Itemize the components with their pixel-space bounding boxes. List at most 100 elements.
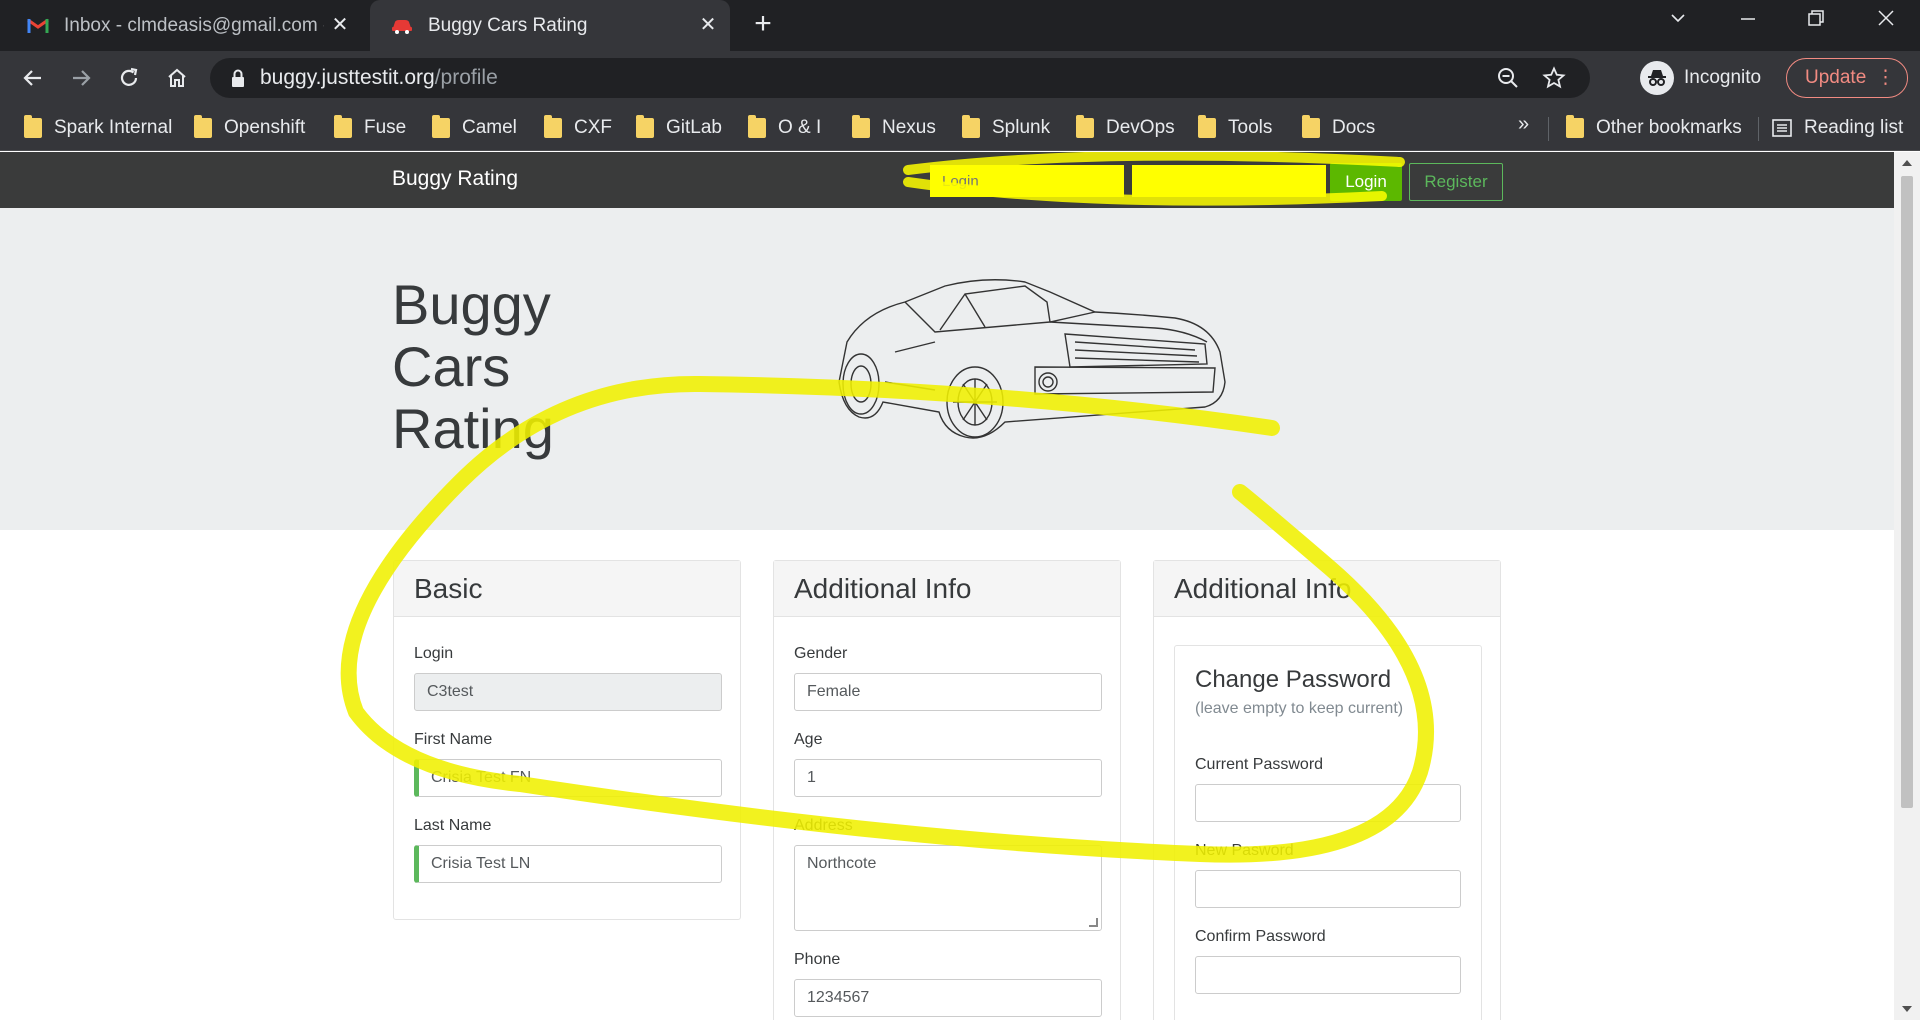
login-field: C3test <box>414 673 722 711</box>
folder-icon <box>1076 115 1094 138</box>
gender-label: Gender <box>794 645 848 662</box>
folder-icon <box>962 115 980 138</box>
hero-banner: Buggy Cars Rating <box>0 208 1894 530</box>
forward-icon[interactable] <box>62 59 100 97</box>
change-password-panel: Change Password (leave empty to keep cur… <box>1174 645 1482 1020</box>
close-window-icon[interactable] <box>1866 8 1906 44</box>
tab-buggy-cars[interactable]: Buggy Cars Rating ✕ <box>370 0 730 51</box>
phone-field[interactable]: 1234567 <box>794 979 1102 1017</box>
url-text: buggy.justtestit.org/profile <box>260 66 498 89</box>
restore-icon[interactable] <box>1796 8 1836 44</box>
page-viewport: Buggy Rating Login Register Buggy Cars R… <box>0 152 1894 1020</box>
gender-field[interactable]: Female <box>794 673 1102 711</box>
bookmark-tools[interactable]: Tools <box>1198 105 1272 151</box>
first-name-field[interactable]: Crisia Test FN <box>414 759 722 797</box>
more-bookmarks-chevron-icon[interactable]: » <box>1518 113 1529 136</box>
scroll-thumb[interactable] <box>1901 176 1913 808</box>
confirm-password-label: Confirm Password <box>1195 928 1326 945</box>
folder-icon <box>1198 115 1216 138</box>
current-password-label: Current Password <box>1195 756 1324 773</box>
close-tab-icon[interactable]: ✕ <box>328 13 352 37</box>
bookmark-spark-internal[interactable]: Spark Internal <box>24 105 172 151</box>
confirm-password-field[interactable] <box>1195 956 1461 994</box>
minimize-icon[interactable] <box>1728 8 1768 44</box>
gmail-icon <box>26 16 50 36</box>
new-password-label: New Pasword <box>1195 842 1294 859</box>
additional-info-card: Additional Info Gender Female Age 1 Addr… <box>773 560 1121 1020</box>
bookmark-devops[interactable]: DevOps <box>1076 105 1175 151</box>
hero-title: Buggy Cars Rating <box>392 273 554 460</box>
car-favicon-icon <box>390 16 414 36</box>
phone-label: Phone <box>794 951 841 968</box>
change-password-card: Additional Info Change Password (leave e… <box>1153 560 1501 1020</box>
age-field[interactable]: 1 <box>794 759 1102 797</box>
scroll-down-arrow-icon[interactable] <box>1902 1006 1912 1012</box>
new-tab-icon[interactable]: + <box>748 9 778 40</box>
bookmark-splunk[interactable]: Splunk <box>962 105 1050 151</box>
last-name-field[interactable]: Crisia Test LN <box>414 845 722 883</box>
tab-search-chevron-icon[interactable] <box>1658 8 1698 44</box>
last-name-label: Last Name <box>414 817 492 834</box>
tab-gmail[interactable]: Inbox - clmdeasis@gmail.com - Gmail ✕ <box>26 0 362 51</box>
bookmark-o-and-i[interactable]: O & I <box>748 105 821 151</box>
browser-tab-strip: Inbox - clmdeasis@gmail.com - Gmail ✕ Bu… <box>0 0 1920 51</box>
bookmark-divider <box>1548 117 1549 141</box>
bookmarks-bar: Spark Internal Openshift Fuse Camel CXF … <box>0 105 1920 151</box>
basic-card: Basic Login C3test First Name Crisia Tes… <box>393 560 741 920</box>
bookmark-gitlab[interactable]: GitLab <box>636 105 722 151</box>
address-value: Northcote <box>807 855 877 872</box>
more-menu-icon[interactable]: ⋮ <box>1876 59 1895 97</box>
folder-icon <box>636 115 654 138</box>
login-button[interactable]: Login <box>1330 163 1402 201</box>
login-input[interactable] <box>930 165 1124 197</box>
password-input[interactable] <box>1132 165 1326 197</box>
bookmark-nexus[interactable]: Nexus <box>852 105 936 151</box>
profile-label: Incognito <box>1684 67 1762 88</box>
zoom-icon[interactable] <box>1496 66 1520 95</box>
folder-icon <box>748 115 766 138</box>
register-button[interactable]: Register <box>1409 163 1503 201</box>
scroll-up-arrow-icon[interactable] <box>1902 160 1912 166</box>
incognito-profile[interactable]: Incognito <box>1640 57 1761 99</box>
folder-icon <box>852 115 870 138</box>
back-icon[interactable] <box>14 59 52 97</box>
close-tab-icon[interactable]: ✕ <box>696 13 720 37</box>
bookmark-docs[interactable]: Docs <box>1302 105 1375 151</box>
update-label: Update <box>1805 67 1867 88</box>
reload-icon[interactable] <box>110 59 148 97</box>
bookmark-star-icon[interactable] <box>1542 66 1566 95</box>
basic-card-heading: Basic <box>394 561 740 617</box>
current-password-field[interactable] <box>1195 784 1461 822</box>
change-password-title: Change Password <box>1195 666 1392 693</box>
folder-icon <box>432 115 450 138</box>
folder-icon <box>334 115 352 138</box>
folder-icon <box>24 115 42 138</box>
site-navbar: Buggy Rating Login Register <box>0 152 1894 208</box>
folder-icon <box>194 115 212 138</box>
bookmark-other-bookmarks[interactable]: Other bookmarks <box>1566 105 1742 151</box>
change-password-hint: (leave empty to keep current) <box>1195 700 1404 717</box>
car-sketch-image <box>835 272 1235 457</box>
folder-icon <box>1566 115 1584 138</box>
first-name-label: First Name <box>414 731 493 748</box>
page-scrollbar[interactable] <box>1894 152 1920 1020</box>
password-card-heading: Additional Info <box>1154 561 1500 617</box>
home-icon[interactable] <box>158 59 196 97</box>
address-bar[interactable]: buggy.justtestit.org/profile <box>210 58 1590 98</box>
tab-title: Inbox - clmdeasis@gmail.com - Gmail <box>64 14 324 36</box>
age-label: Age <box>794 731 823 748</box>
address-textarea[interactable]: Northcote <box>794 845 1102 931</box>
additional-info-heading: Additional Info <box>774 561 1120 617</box>
bookmark-cxf[interactable]: CXF <box>544 105 612 151</box>
bookmark-openshift[interactable]: Openshift <box>194 105 305 151</box>
address-label: Address <box>794 817 853 834</box>
tab-title: Buggy Cars Rating <box>428 14 588 36</box>
resize-handle-icon[interactable] <box>1089 918 1098 927</box>
bookmark-fuse[interactable]: Fuse <box>334 105 406 151</box>
bookmark-camel[interactable]: Camel <box>432 105 517 151</box>
folder-icon <box>1302 115 1320 138</box>
update-button[interactable]: Update ⋮ <box>1786 58 1908 98</box>
new-password-field[interactable] <box>1195 870 1461 908</box>
reading-list[interactable]: Reading list <box>1772 105 1903 151</box>
site-brand[interactable]: Buggy Rating <box>392 167 518 191</box>
